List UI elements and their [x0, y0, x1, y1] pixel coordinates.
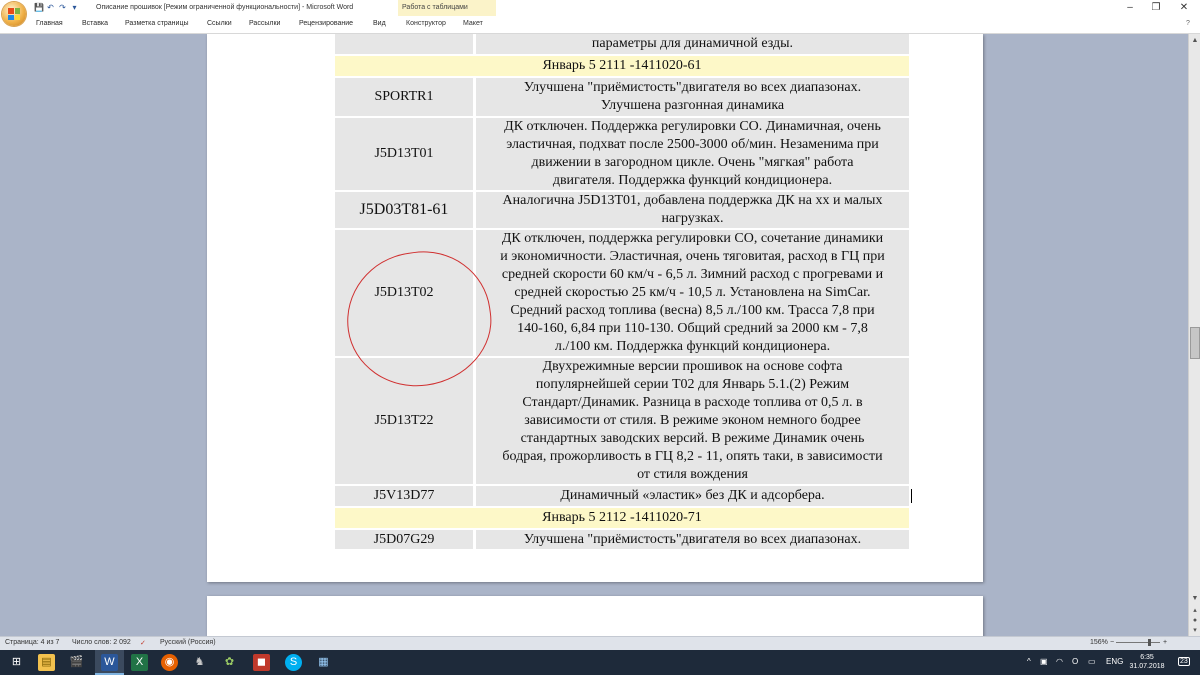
- tab-layout[interactable]: Макет: [463, 20, 483, 27]
- tab-insert[interactable]: Вставка: [82, 20, 108, 27]
- tab-view[interactable]: Вид: [373, 20, 386, 27]
- restore-button[interactable]: ❐: [1144, 2, 1168, 13]
- scrollbar-thumb[interactable]: [1190, 327, 1200, 359]
- firmware-code: SPORTR1: [335, 78, 473, 116]
- firmware-description: Динамичный «эластик» без ДК и адсорбера.: [476, 486, 909, 506]
- table-cell: параметры для динамичной езды.: [476, 34, 909, 54]
- scroll-up-icon[interactable]: ▲: [1190, 36, 1200, 45]
- firmware-code: J5D03T81-61: [335, 192, 473, 228]
- antivirus-icon[interactable]: O: [1072, 657, 1078, 666]
- spellcheck-icon[interactable]: ✓: [140, 639, 146, 647]
- office-button[interactable]: [2, 2, 26, 26]
- close-button[interactable]: ✕: [1172, 2, 1196, 13]
- firmware-description: ДК отключен. Поддержка регулировки СО. Д…: [476, 118, 909, 190]
- table-section-header[interactable]: Январь 5 2112 -1411020-71: [335, 508, 909, 528]
- quick-access-toolbar: 💾 ↶ ↷ ▾: [34, 3, 79, 12]
- word-icon[interactable]: W: [101, 654, 118, 671]
- taskbar: ⊞ ▤ 🎬 W X ◉ ♞ ✿ ◼ S ▦ ^ ▣ ◠ O ▭ ENG 6:35…: [0, 650, 1200, 675]
- section-title: Январь 5 2112 -1411020-71: [542, 510, 702, 525]
- word-count[interactable]: Число слов: 2 092: [72, 639, 131, 646]
- wifi-icon[interactable]: ◠: [1056, 657, 1063, 666]
- zoom-slider-handle[interactable]: [1148, 639, 1151, 646]
- tray-expand-icon[interactable]: ^: [1027, 657, 1031, 666]
- scroll-down-icon[interactable]: ▼: [1190, 594, 1200, 603]
- tab-design[interactable]: Конструктор: [406, 20, 446, 27]
- table-row[interactable]: J5V13D77 Динамичный «эластик» без ДК и а…: [335, 486, 909, 506]
- table-row[interactable]: SPORTR1 Улучшена "приёмистость"двигателя…: [335, 78, 909, 116]
- firmware-description: Улучшена "приёмистость"двигателя во всех…: [476, 78, 909, 116]
- windows-start-icon[interactable]: ⊞: [8, 654, 25, 671]
- ribbon-tabs: Главная Вставка Разметка страницы Ссылки…: [0, 16, 1200, 34]
- game-icon[interactable]: ♞: [191, 654, 208, 671]
- minimize-button[interactable]: –: [1118, 2, 1142, 13]
- redo-icon[interactable]: ↷: [58, 3, 67, 12]
- tab-home[interactable]: Главная: [36, 20, 63, 27]
- tray-app-icon[interactable]: ▣: [1040, 657, 1048, 666]
- firmware-description: Улучшена "приёмистость"двигателя во всех…: [476, 530, 909, 549]
- tab-review[interactable]: Рецензирование: [299, 20, 353, 27]
- firefox-icon[interactable]: ◉: [161, 654, 178, 671]
- text-cursor: [911, 489, 912, 503]
- section-title: Январь 5 2111 -1411020-61: [542, 58, 702, 73]
- skype-icon[interactable]: S: [285, 654, 302, 671]
- title-bar: 💾 ↶ ↷ ▾ Описание прошивок [Режим огранич…: [0, 0, 1200, 17]
- table-row[interactable]: параметры для динамичной езды.: [335, 34, 909, 54]
- firmware-description: Двухрежимные версии прошивок на основе с…: [476, 358, 909, 484]
- status-bar: Страница: 4 из 7 Число слов: 2 092 ✓ Рус…: [0, 636, 1200, 650]
- app-icon[interactable]: ✿: [221, 654, 238, 671]
- file-explorer-icon[interactable]: ▤: [38, 654, 55, 671]
- excel-icon[interactable]: X: [131, 654, 148, 671]
- save-icon[interactable]: 💾: [34, 3, 44, 12]
- zoom-out-button[interactable]: −: [1110, 639, 1114, 646]
- network-app-icon[interactable]: ▦: [315, 654, 332, 671]
- vertical-scrollbar[interactable]: ▲ ▼ ▴ ● ▾: [1188, 34, 1200, 636]
- firmware-description: Аналогична J5D13T01, добавлена поддержка…: [476, 192, 909, 228]
- tab-mailings[interactable]: Рассылки: [249, 20, 280, 27]
- zoom-slider[interactable]: [1116, 642, 1160, 643]
- browse-object-icon[interactable]: ●: [1190, 616, 1200, 625]
- media-player-icon[interactable]: 🎬: [68, 654, 85, 671]
- language-indicator[interactable]: Русский (Россия): [160, 639, 216, 646]
- next-page-icon[interactable]: ▾: [1190, 626, 1200, 635]
- zoom-in-button[interactable]: +: [1163, 639, 1167, 646]
- page-counter[interactable]: Страница: 4 из 7: [5, 639, 59, 646]
- help-icon[interactable]: ?: [1186, 20, 1190, 27]
- table-section-header[interactable]: Январь 5 2111 -1411020-61: [335, 56, 909, 76]
- table-row[interactable]: J5D13T01 ДК отключен. Поддержка регулиро…: [335, 118, 909, 190]
- car-app-icon[interactable]: ◼: [253, 654, 270, 671]
- context-group-table-tools: Работа с таблицами: [398, 0, 496, 17]
- tab-page-layout[interactable]: Разметка страницы: [125, 20, 189, 27]
- notifications-badge[interactable]: 23: [1178, 657, 1190, 666]
- zoom-level[interactable]: 156%: [1090, 639, 1108, 646]
- firmware-description: ДК отключен, поддержка регулировки СО, с…: [476, 230, 909, 356]
- table-row[interactable]: J5D07G29 Улучшена "приёмистость"двигател…: [335, 530, 909, 549]
- table-row[interactable]: J5D03T81-61 Аналогична J5D13T01, добавле…: [335, 192, 909, 228]
- next-document-page[interactable]: [207, 596, 983, 636]
- document-area[interactable]: параметры для динамичной езды. Январь 5 …: [0, 34, 1188, 636]
- firmware-code: J5D07G29: [335, 530, 473, 549]
- clock[interactable]: 6:35 31.07.2018: [1129, 653, 1165, 671]
- document-page[interactable]: параметры для динамичной езды. Январь 5 …: [207, 34, 983, 582]
- firmware-code: J5V13D77: [335, 486, 473, 506]
- window-title: Описание прошивок [Режим ограниченной фу…: [96, 4, 354, 11]
- undo-icon[interactable]: ↶: [46, 3, 55, 12]
- prev-page-icon[interactable]: ▴: [1190, 606, 1200, 615]
- language-tray[interactable]: ENG: [1106, 657, 1123, 666]
- customize-qat-icon[interactable]: ▾: [70, 3, 79, 12]
- tab-references[interactable]: Ссылки: [207, 20, 232, 27]
- office-logo-icon: [8, 8, 20, 20]
- firmware-code: J5D13T01: [335, 118, 473, 190]
- battery-icon[interactable]: ▭: [1088, 657, 1096, 666]
